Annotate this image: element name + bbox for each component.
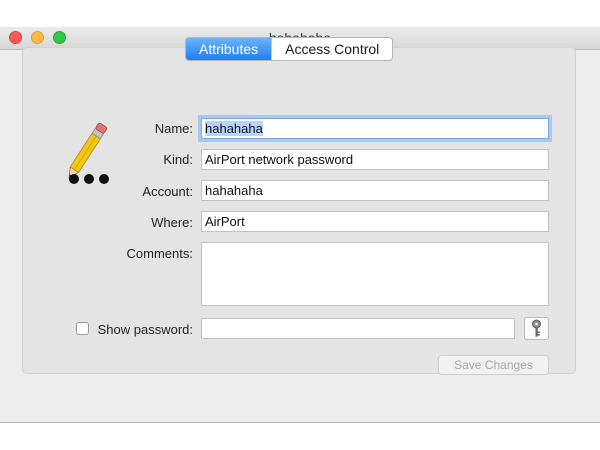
password-field[interactable] bbox=[201, 318, 515, 339]
key-button[interactable] bbox=[524, 317, 549, 340]
show-password-checkbox[interactable] bbox=[76, 322, 89, 335]
save-changes-button[interactable]: Save Changes bbox=[438, 355, 549, 375]
name-value: hahahaha bbox=[205, 121, 263, 136]
kind-label: Kind: bbox=[163, 152, 193, 167]
segmented-tabs: Attributes Access Control bbox=[185, 37, 394, 61]
tab-access-control[interactable]: Access Control bbox=[271, 38, 392, 60]
show-password-label[interactable]: Show password: bbox=[95, 322, 193, 337]
where-label: Where: bbox=[151, 215, 193, 230]
account-field[interactable]: hahahaha bbox=[201, 180, 549, 201]
comments-field[interactable] bbox=[201, 242, 549, 306]
key-icon bbox=[532, 319, 541, 337]
where-field[interactable]: AirPort bbox=[201, 211, 549, 232]
comments-label: Comments: bbox=[126, 246, 193, 261]
name-label: Name: bbox=[154, 121, 193, 136]
kind-field[interactable]: AirPort network password bbox=[201, 149, 549, 170]
tab-attributes[interactable]: Attributes bbox=[186, 38, 272, 60]
name-field[interactable]: hahahaha bbox=[201, 118, 549, 139]
account-label: Account: bbox=[142, 184, 193, 199]
